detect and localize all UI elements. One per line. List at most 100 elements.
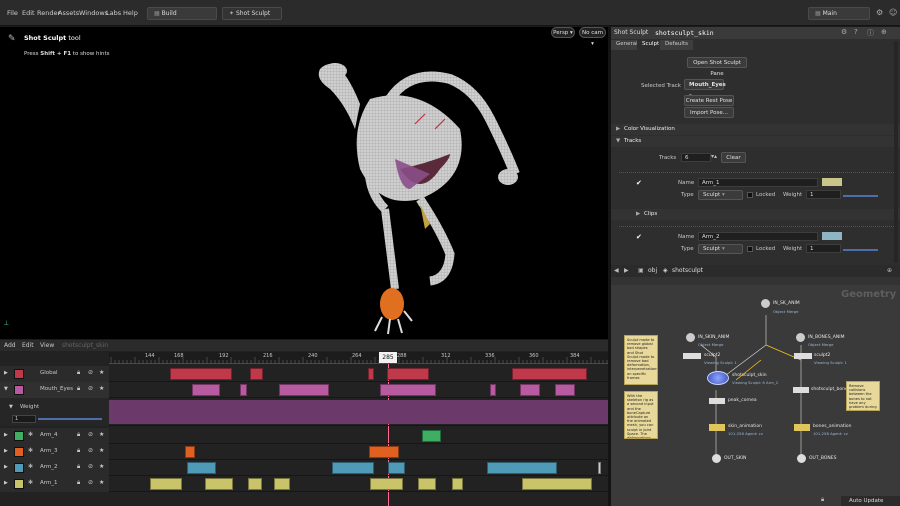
lock-icon[interactable]: 🔒︎: [77, 431, 80, 439]
tab-defaults[interactable]: Defaults: [660, 40, 693, 50]
expand-arrow-icon[interactable]: ▶: [4, 464, 8, 470]
track1-name-field[interactable]: Arm_1: [698, 178, 818, 187]
expand-arrow-icon[interactable]: ▶: [4, 480, 8, 486]
expand-arrow-icon[interactable]: ▼: [9, 404, 13, 410]
mute-icon[interactable]: ⊘: [88, 369, 93, 376]
color-visualization-section[interactable]: ▶ Color Visualization: [611, 124, 900, 135]
mute-icon[interactable]: ⊘: [88, 463, 93, 470]
clip[interactable]: [240, 384, 247, 396]
track-row-arm-4[interactable]: ▶ ✱ Arm_4 🔒︎ ⊘ ★: [0, 428, 608, 444]
weight-curve-row[interactable]: ▼ Weight 1: [0, 398, 608, 426]
weight-curve-area[interactable]: [109, 400, 608, 424]
track1-type-dropdown[interactable]: Sculpt ▾: [698, 190, 743, 200]
clip[interactable]: [185, 446, 195, 458]
lock-icon[interactable]: 🔒︎: [821, 496, 824, 504]
import-pose-button[interactable]: Import Pose...: [684, 107, 734, 118]
shelf-tab-shot-sculpt[interactable]: ✦ Shot Sculpt: [222, 7, 282, 20]
menu-labs[interactable]: Labs: [106, 9, 121, 17]
clip[interactable]: [332, 462, 374, 474]
track-color-swatch[interactable]: [14, 463, 24, 473]
clip[interactable]: [555, 384, 575, 396]
camera-menu[interactable]: No cam ▾: [579, 27, 606, 47]
track-row-arm-2[interactable]: ▶ ✱ Arm_2 🔒︎ ⊘ ★: [0, 460, 608, 476]
track-color-swatch[interactable]: [14, 479, 24, 489]
out-bones-node[interactable]: [797, 454, 806, 463]
lock-icon[interactable]: 🔒︎: [77, 369, 80, 377]
track-row-arm-3[interactable]: ▶ ✱ Arm_3 🔒︎ ⊘ ★: [0, 444, 608, 460]
track1-weight-slider[interactable]: [843, 195, 878, 197]
expand-arrow-icon[interactable]: ▼: [4, 386, 8, 392]
clip[interactable]: [522, 478, 592, 490]
clip[interactable]: [598, 462, 601, 474]
clip[interactable]: [279, 384, 329, 396]
lock-icon[interactable]: 🔒︎: [77, 463, 80, 471]
user-icon[interactable]: ☺: [889, 8, 897, 17]
track1-weight-field[interactable]: 1: [806, 190, 841, 199]
expand-icon[interactable]: ⊕: [881, 28, 887, 36]
clip[interactable]: [150, 478, 182, 490]
clip[interactable]: [170, 368, 232, 380]
in-bones-anim-node[interactable]: [796, 333, 805, 342]
expand-arrow-icon[interactable]: ▶: [4, 448, 8, 454]
node-name-field[interactable]: shotsculpt_skin: [655, 29, 714, 37]
menu-windows[interactable]: Windows: [79, 9, 108, 17]
mute-icon[interactable]: ⊘: [88, 385, 93, 392]
selected-track-dropdown[interactable]: Mouth_Eyes ▾: [684, 79, 726, 99]
mute-icon[interactable]: ⊘: [88, 431, 93, 438]
clip[interactable]: [187, 462, 216, 474]
desktop-dropdown[interactable]: ▦ Build: [147, 7, 217, 20]
track1-locked-checkbox[interactable]: [747, 192, 753, 198]
clip[interactable]: [387, 368, 429, 380]
info-icon[interactable]: ⓘ: [867, 28, 874, 38]
clips-section[interactable]: ▶ Clips: [611, 209, 900, 220]
network-editor[interactable]: ◀ ▶ ▣ obj ◈ shotsculpt ⊕ Geometry IN_SK_…: [611, 265, 900, 506]
persp-menu[interactable]: Persp ▾: [551, 27, 575, 38]
stepper-icon[interactable]: ▾▴: [711, 153, 717, 160]
clip[interactable]: [418, 478, 436, 490]
track1-enable-checkbox[interactable]: ✔: [636, 179, 642, 187]
track-color-swatch[interactable]: [14, 431, 24, 441]
track2-type-dropdown[interactable]: Sculpt ▾: [698, 244, 743, 254]
gear-icon[interactable]: ⚙: [841, 28, 847, 36]
track2-weight-slider[interactable]: [843, 249, 878, 251]
clip[interactable]: [388, 462, 405, 474]
clip[interactable]: [205, 478, 233, 490]
solo-star-icon[interactable]: ★: [99, 447, 104, 454]
shotsculpt-skin-node[interactable]: [707, 371, 729, 385]
track-row-global[interactable]: ▶ Global 🔒︎ ⊘ ★: [0, 366, 608, 382]
menu-file[interactable]: File: [7, 9, 18, 17]
lock-icon[interactable]: 🔒︎: [77, 385, 80, 393]
solo-star-icon[interactable]: ★: [99, 479, 104, 486]
main-desktop-dropdown[interactable]: ▦ Main: [808, 7, 870, 20]
menu-render[interactable]: Render: [37, 9, 60, 17]
help-icon[interactable]: ?: [854, 28, 858, 36]
weight-value-field[interactable]: 1: [12, 415, 36, 423]
peak-cornea-node[interactable]: [709, 398, 725, 404]
create-rest-pose-button[interactable]: Create Rest Pose: [684, 95, 734, 106]
current-frame-indicator[interactable]: 285: [379, 352, 397, 363]
track1-color-swatch[interactable]: [822, 178, 842, 186]
sculpt2-right-node[interactable]: [794, 353, 812, 359]
pane-divider[interactable]: [608, 27, 611, 506]
lock-icon[interactable]: 🔒︎: [77, 479, 80, 487]
mute-icon[interactable]: ⊘: [88, 447, 93, 454]
lock-icon[interactable]: 🔒︎: [77, 447, 80, 455]
clear-tracks-button[interactable]: Clear: [721, 152, 746, 163]
bones-animation-node[interactable]: [794, 424, 810, 431]
track2-color-swatch[interactable]: [822, 232, 842, 240]
clip[interactable]: [368, 368, 374, 380]
in-skin-anim-node[interactable]: [686, 333, 695, 342]
track-color-swatch[interactable]: [14, 447, 24, 457]
timeline-menu-edit[interactable]: Edit: [22, 342, 34, 349]
param-scrollbar[interactable]: [894, 41, 898, 263]
out-skin-node[interactable]: [712, 454, 721, 463]
track-row-mouth-eyes[interactable]: ▼ Mouth_Eyes 🔒︎ ⊘ ★: [0, 382, 608, 398]
clip[interactable]: [370, 478, 403, 490]
clip[interactable]: [512, 368, 587, 380]
clip[interactable]: [490, 384, 496, 396]
creature-mesh[interactable]: [300, 59, 530, 349]
in-sk-anim-node[interactable]: [761, 299, 770, 308]
clip[interactable]: [192, 384, 220, 396]
track-color-swatch[interactable]: [14, 369, 24, 379]
solo-star-icon[interactable]: ★: [99, 385, 104, 392]
